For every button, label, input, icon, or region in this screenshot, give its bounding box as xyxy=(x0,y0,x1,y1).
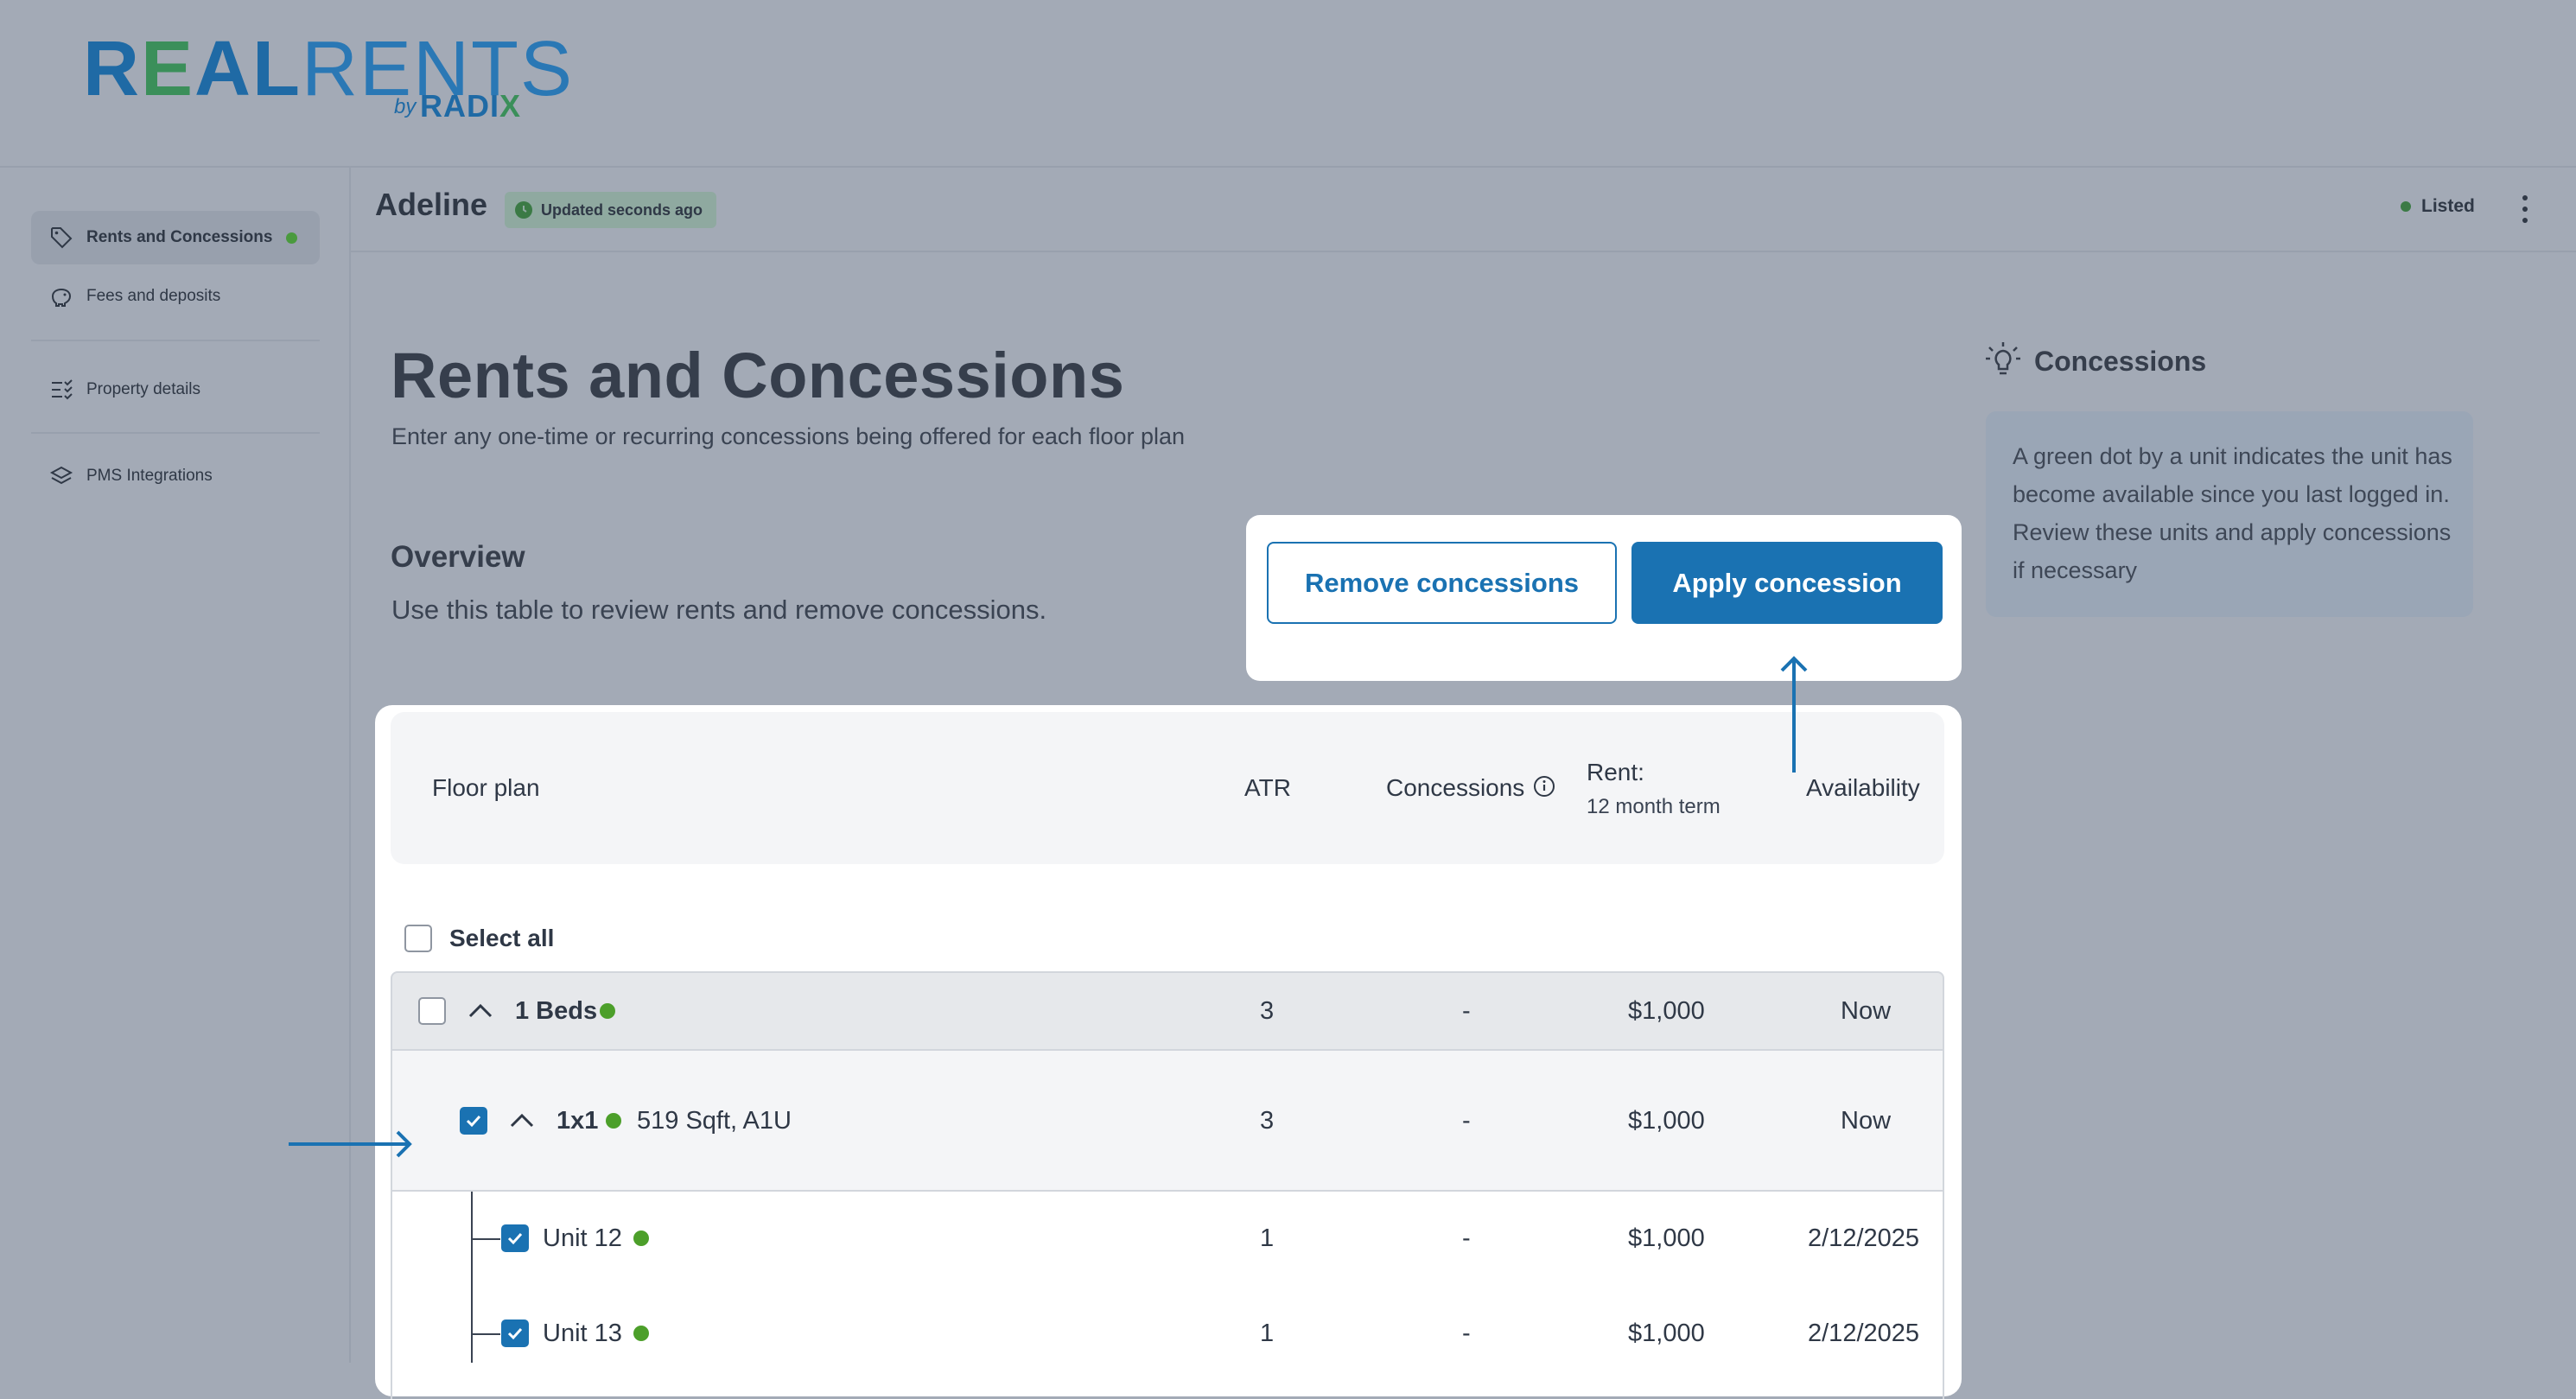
unit-availability: 2/12/2025 xyxy=(1808,1224,1920,1252)
chevron-up-icon[interactable] xyxy=(508,1109,536,1135)
unit-concessions: - xyxy=(1462,1224,1471,1252)
select-all-checkbox[interactable] xyxy=(404,925,432,952)
info-icon[interactable] xyxy=(1533,775,1555,802)
unit-rent: $1,000 xyxy=(1628,1224,1705,1252)
sidebar-item-label: PMS Integrations xyxy=(86,467,213,485)
sidebar-item-pms-integrations[interactable]: PMS Integrations xyxy=(31,449,320,503)
sidebar-item-label: Property details xyxy=(86,380,201,398)
floorplan-checkbox[interactable] xyxy=(460,1107,487,1135)
group-rent: $1,000 xyxy=(1628,997,1705,1025)
callout-arrow-right-icon xyxy=(289,1129,415,1160)
clock-icon xyxy=(515,201,532,219)
unit-concessions: - xyxy=(1462,1320,1471,1347)
listing-status: Listed xyxy=(2401,196,2475,217)
column-atr: ATR xyxy=(1244,774,1291,801)
group-atr: 3 xyxy=(1260,997,1275,1025)
updated-badge: Updated seconds ago xyxy=(505,192,717,228)
sidebar-item-rents-and-concessions[interactable]: Rents and Concessions xyxy=(31,211,320,264)
unit-rent: $1,000 xyxy=(1628,1320,1705,1347)
tree-connector xyxy=(471,1192,473,1363)
new-unit-dot xyxy=(600,1003,615,1019)
column-rent: Rent: xyxy=(1587,759,1644,785)
floorplan-availability: Now xyxy=(1841,1107,1892,1135)
unit-atr: 1 xyxy=(1260,1320,1275,1347)
sidebar-item-fees-and-deposits[interactable]: Fees and deposits xyxy=(31,270,320,323)
callout-arrow-up-icon xyxy=(1778,653,1810,774)
floorplan-detail: 519 Sqft, A1U xyxy=(637,1107,792,1135)
property-name: Adeline xyxy=(375,187,488,222)
new-unit-dot xyxy=(633,1326,649,1341)
unit-atr: 1 xyxy=(1260,1224,1275,1252)
group-concessions: - xyxy=(1462,997,1471,1025)
apply-concession-button[interactable]: Apply concession xyxy=(1631,542,1943,624)
table-header xyxy=(391,712,1944,864)
page-title: Rents and Concessions xyxy=(391,340,1125,411)
layers-icon xyxy=(48,463,74,489)
unit-checkbox[interactable] xyxy=(501,1224,529,1252)
remove-concessions-button[interactable]: Remove concessions xyxy=(1267,542,1617,624)
new-unit-dot xyxy=(606,1113,621,1129)
unit-name: Unit 13 xyxy=(543,1320,622,1347)
new-units-dot xyxy=(286,232,298,244)
piggy-bank-icon xyxy=(48,283,74,309)
overview-title: Overview xyxy=(391,540,525,574)
sidebar-item-property-details[interactable]: Property details xyxy=(31,363,320,417)
floorplan-rent: $1,000 xyxy=(1628,1107,1705,1135)
floorplan-atr: 3 xyxy=(1260,1107,1275,1135)
updated-text: Updated seconds ago xyxy=(541,200,703,219)
page-subtitle: Enter any one-time or recurring concessi… xyxy=(391,423,1186,449)
new-unit-dot xyxy=(633,1230,649,1246)
tips-text: A green dot by a unit indicates the unit… xyxy=(2013,443,2452,583)
group-availability: Now xyxy=(1841,997,1892,1025)
logo-by-text: by xyxy=(394,95,417,118)
column-availability: Availability xyxy=(1806,774,1920,801)
more-options-icon[interactable] xyxy=(2515,192,2535,226)
tag-icon xyxy=(48,225,74,251)
group-name: 1 Beds xyxy=(515,997,598,1025)
checklist-icon xyxy=(48,377,74,403)
sidebar-item-label: Fees and deposits xyxy=(86,287,221,305)
floorplan-name: 1x1 xyxy=(557,1107,599,1135)
column-concessions: Concessions xyxy=(1386,774,1525,801)
group-row[interactable] xyxy=(391,971,1944,1051)
floorplan-row[interactable] xyxy=(391,1051,1944,1192)
column-floor-plan: Floor plan xyxy=(432,774,540,801)
tips-title: Concessions xyxy=(2034,346,2207,377)
column-rent-term: 12 month term xyxy=(1587,795,1721,818)
overview-subtitle: Use this table to review rents and remov… xyxy=(391,595,1047,625)
unit-checkbox[interactable] xyxy=(501,1320,529,1347)
select-all-label: Select all xyxy=(449,925,555,951)
unit-availability: 2/12/2025 xyxy=(1808,1320,1920,1347)
sidebar-divider xyxy=(31,432,320,434)
floorplan-concessions: - xyxy=(1462,1107,1471,1135)
group-checkbox[interactable] xyxy=(418,997,446,1025)
status-dot xyxy=(2401,201,2411,212)
status-text: Listed xyxy=(2421,196,2475,216)
sidebar xyxy=(0,166,351,1363)
radix-logo: RADIX xyxy=(420,88,522,124)
sidebar-divider xyxy=(31,340,320,341)
lightbulb-icon xyxy=(1984,340,2022,380)
sidebar-item-label: Rents and Concessions xyxy=(86,228,273,246)
unit-name: Unit 12 xyxy=(543,1224,622,1252)
chevron-up-icon[interactable] xyxy=(467,999,494,1026)
tree-connector xyxy=(471,1333,500,1335)
unit-rows xyxy=(391,1192,1944,1399)
tree-connector xyxy=(471,1238,500,1240)
